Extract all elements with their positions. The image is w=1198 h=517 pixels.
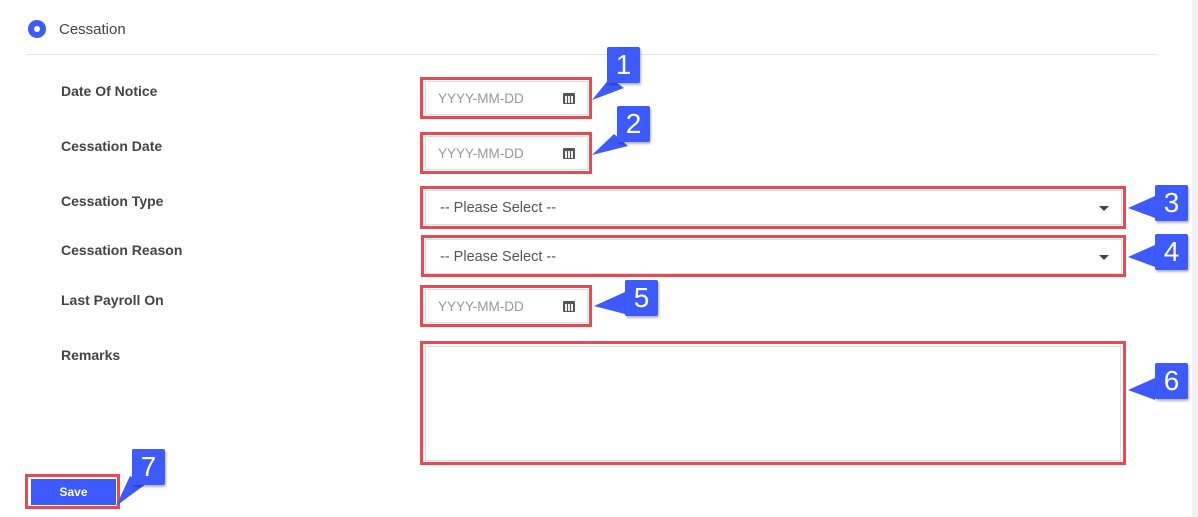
annotation-badge-4: 4: [1155, 234, 1188, 270]
arrow-4: [1128, 245, 1155, 267]
annotation-badge-3: 3: [1155, 185, 1188, 221]
annotation-arrows: [116, 78, 1155, 506]
arrow-6: [1128, 378, 1155, 400]
annotation-badge-5: 5: [625, 280, 658, 316]
annotation-badge-6: 6: [1155, 363, 1188, 399]
annotation-badge-7: 7: [132, 449, 165, 485]
annotation-badge-2: 2: [617, 106, 650, 142]
arrow-3: [1128, 196, 1155, 218]
arrow-5: [594, 292, 625, 314]
annotation-badge-1: 1: [607, 47, 640, 83]
